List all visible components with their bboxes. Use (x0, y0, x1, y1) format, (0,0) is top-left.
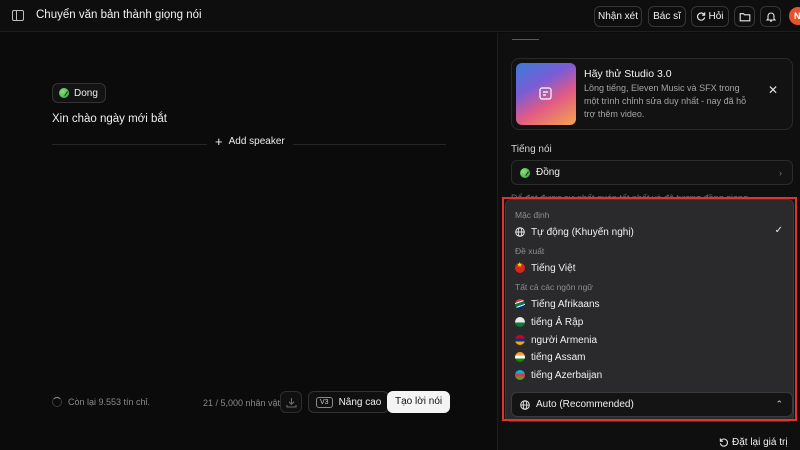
folder-button[interactable] (734, 6, 755, 27)
chevron-right-icon: › (779, 168, 782, 178)
refresh-icon (697, 12, 706, 21)
reset-values-button[interactable]: Đặt lại giá trị (719, 437, 788, 448)
doctor-button[interactable]: Bác sĩ (648, 6, 686, 27)
studio-promo-card[interactable]: Hãy thử Studio 3.0 Lồng tiếng, Eleven Mu… (511, 58, 793, 130)
download-button[interactable] (280, 391, 302, 413)
credits-status: Còn lại 9.553 tín chỉ. (52, 397, 150, 407)
close-icon[interactable]: ✕ (768, 83, 778, 97)
top-bar: Chuyển văn bản thành giọng nói Nhận xét … (0, 0, 800, 32)
character-count: 21 / 5,000 nhân vật (203, 398, 281, 408)
page-title: Chuyển văn bản thành giọng nói (36, 9, 202, 21)
promo-title: Hãy thử Studio 3.0 (584, 68, 672, 80)
voice-value: Đồng (536, 167, 560, 178)
speaker-name: Dong (74, 87, 98, 99)
credits-progress-icon (52, 397, 62, 407)
generate-speech-button[interactable]: Tạo lời nói (387, 391, 451, 413)
editor-text[interactable]: Xin chào ngày mới bắt (52, 113, 167, 125)
ask-button-label: Hỏi (708, 11, 724, 22)
add-speaker-label: Add speaker (228, 136, 285, 147)
voice-section-label: Tiếng nói (511, 144, 552, 155)
reset-icon (719, 438, 728, 447)
highlight-annotation (502, 197, 797, 421)
voice-select[interactable]: Đồng › (511, 160, 793, 185)
advanced-button[interactable]: V3 Nâng cao (308, 391, 390, 413)
tab-underline (512, 39, 539, 40)
notifications-button[interactable] (760, 6, 781, 27)
edit-document-icon (539, 87, 552, 100)
add-speaker-button[interactable]: + Add speaker (207, 133, 293, 149)
plus-icon: + (215, 133, 223, 149)
promo-thumbnail (516, 63, 576, 125)
ask-button[interactable]: Hỏi (691, 6, 729, 27)
advanced-label: Nâng cao (338, 396, 382, 408)
text-editor-area[interactable]: Dong Xin chào ngày mới bắt + Add speaker… (0, 33, 497, 450)
voice-avatar-icon (59, 88, 69, 98)
reset-label: Đặt lại giá trị (732, 437, 788, 448)
bell-icon (765, 12, 776, 22)
voice-avatar-icon (520, 167, 530, 178)
feedback-button[interactable]: Nhận xét (594, 6, 642, 27)
user-avatar[interactable]: N (789, 7, 800, 25)
promo-description: Lồng tiếng, Eleven Music và SFX trong mộ… (584, 83, 747, 119)
speaker-chip[interactable]: Dong (52, 83, 106, 103)
download-icon (286, 398, 297, 408)
model-badge: V3 (316, 396, 333, 408)
folder-icon (739, 12, 750, 21)
credits-text: Còn lại 9.553 tín chỉ. (68, 397, 151, 407)
sidebar-toggle-icon[interactable] (12, 10, 24, 21)
